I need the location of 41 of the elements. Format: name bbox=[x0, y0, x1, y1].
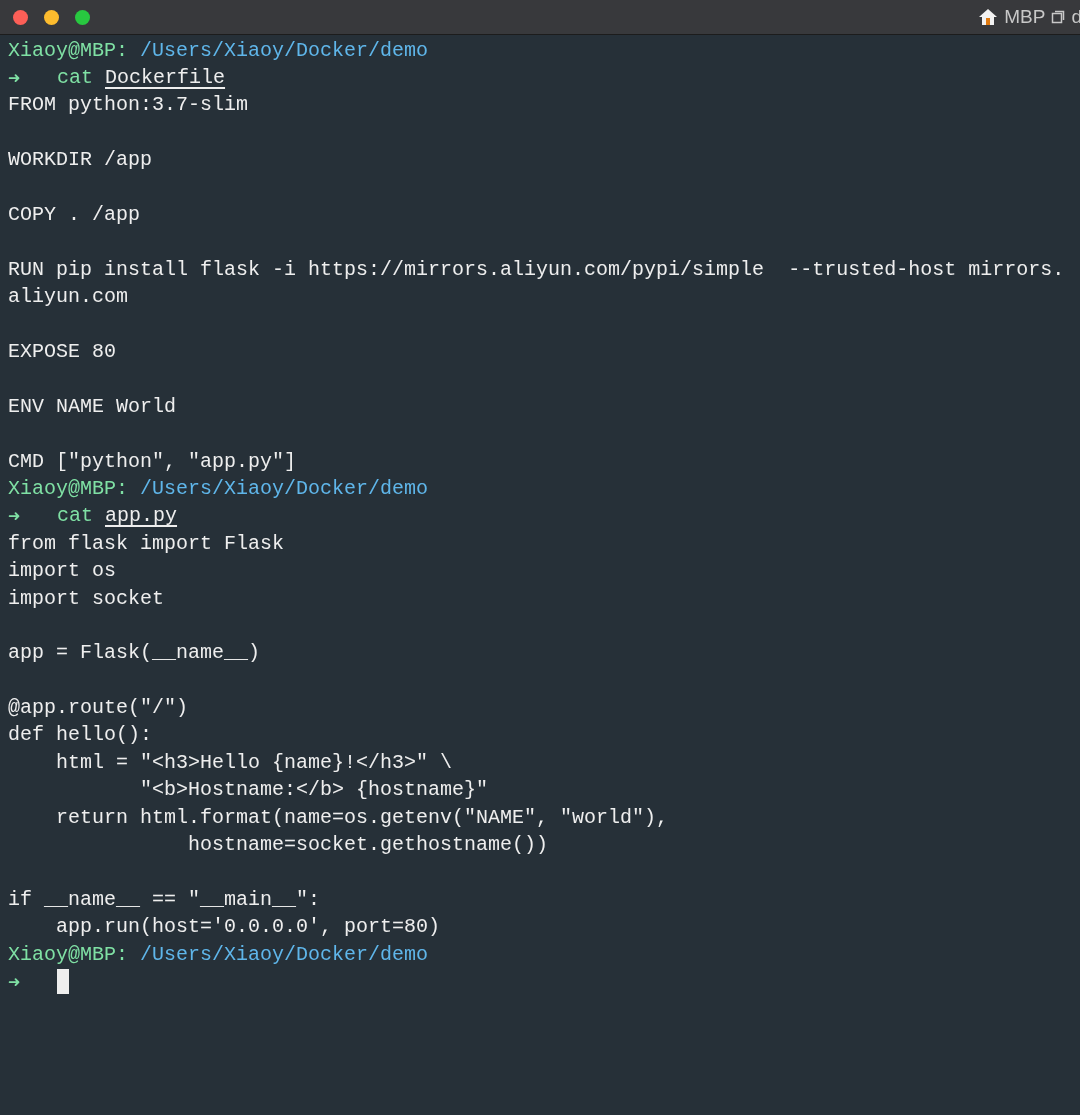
output-line: CMD ["python", "app.py"] bbox=[8, 448, 297, 475]
house-icon bbox=[978, 7, 999, 27]
output-line: def hello(): bbox=[8, 722, 153, 749]
prompt-user: Xiaoy@MBP: bbox=[8, 475, 129, 502]
output-line: RUN pip install flask -i https://mirrors.aliyun.com/pypi/simple --trusted-host mirrors. bbox=[8, 256, 1065, 283]
output-line: COPY . /app bbox=[8, 202, 141, 229]
prompt-arrow: ➜ bbox=[8, 503, 22, 531]
output-line: EXPOSE 80 bbox=[8, 339, 117, 365]
close-button[interactable] bbox=[13, 9, 28, 25]
output-line: @app.route("/") bbox=[8, 695, 189, 722]
output-line: app.run(host='0.0.0.0', port=80) bbox=[55, 914, 441, 941]
minimize-button[interactable] bbox=[44, 9, 59, 25]
output-line: aliyun.com bbox=[8, 284, 129, 311]
zoom-button[interactable] bbox=[75, 9, 90, 25]
text-cursor bbox=[57, 969, 69, 995]
output-line: html = "<h3>Hello {name}!</h3>" \ bbox=[55, 749, 453, 776]
output-line: if __name__ == "__main__": bbox=[8, 886, 321, 913]
output-line: WORKDIR /app bbox=[8, 147, 153, 174]
output-line: ENV NAME World bbox=[8, 393, 177, 420]
output-line: app = Flask(__name__) bbox=[8, 640, 261, 667]
window-title-cut: d bbox=[1071, 4, 1080, 29]
output-line: FROM python:3.7-slim bbox=[8, 92, 249, 119]
output-line: "<b>Hostname:</b> {hostname}" bbox=[139, 777, 489, 804]
output-line: import os bbox=[8, 558, 117, 585]
prompt-arrow: ➜ bbox=[8, 65, 22, 93]
window-title: MBP bbox=[1004, 4, 1046, 29]
prompt-arrow: ➜ bbox=[8, 969, 22, 996]
prompt-user: Xiaoy@MBP: bbox=[8, 941, 129, 968]
output-line: return html.format(name=os.getenv("NAME", "world"), bbox=[55, 804, 669, 831]
prompt-path: /Users/Xiaoy/Docker/demo bbox=[140, 37, 429, 64]
command-name: cat bbox=[57, 503, 93, 530]
command-name: cat bbox=[57, 65, 93, 92]
output-line: from flask import Flask bbox=[8, 530, 285, 557]
command-argument: Dockerfile bbox=[105, 65, 226, 92]
prompt-path: /Users/Xiaoy/Docker/demo bbox=[140, 475, 429, 502]
prompt-path: /Users/Xiaoy/Docker/demo bbox=[140, 941, 429, 968]
window-icon bbox=[1051, 10, 1066, 24]
output-line: import socket bbox=[8, 585, 165, 612]
command-argument: app.py bbox=[105, 503, 178, 530]
output-line: hostname=socket.gethostname()) bbox=[187, 832, 549, 859]
prompt-user: Xiaoy@MBP: bbox=[8, 37, 129, 64]
